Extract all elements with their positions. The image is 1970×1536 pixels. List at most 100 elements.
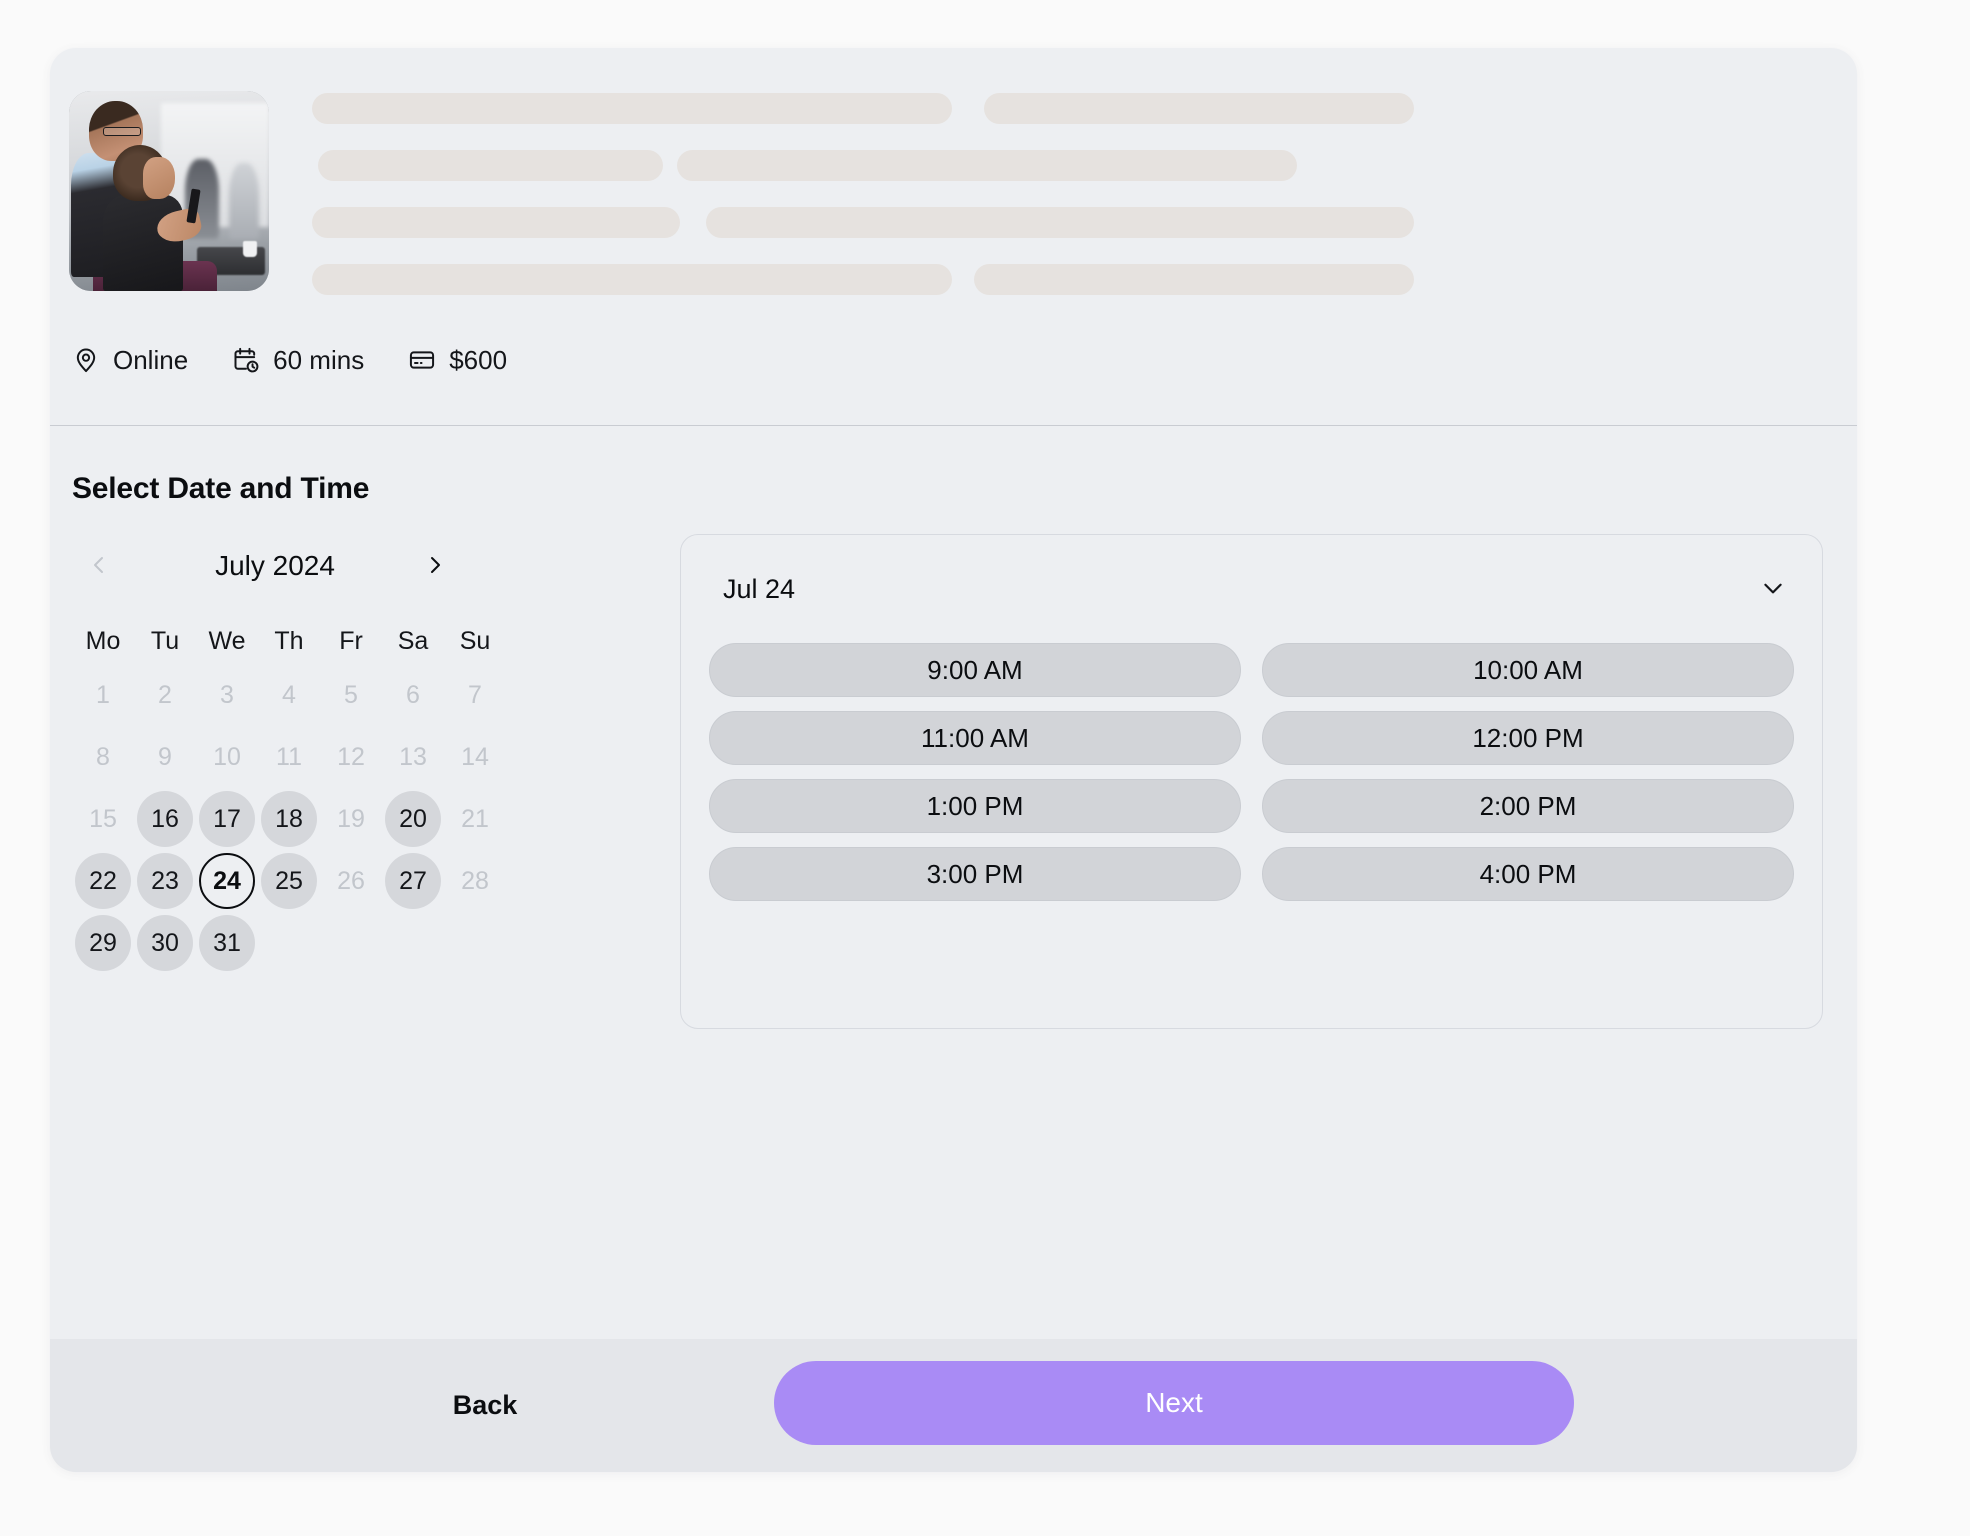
- next-button[interactable]: Next: [774, 1361, 1574, 1445]
- calendar-cell: 23: [134, 850, 196, 912]
- calendar-day-28: 28: [447, 853, 503, 909]
- time-slot-button[interactable]: 9:00 AM: [709, 643, 1241, 697]
- time-slot-button[interactable]: 12:00 PM: [1262, 711, 1794, 765]
- calendar-day-17[interactable]: 17: [199, 791, 255, 847]
- map-pin-icon: [72, 346, 100, 374]
- calendar-day-18[interactable]: 18: [261, 791, 317, 847]
- calendar-day-5: 5: [323, 667, 379, 723]
- calendar-day-30[interactable]: 30: [137, 915, 193, 971]
- time-slot-button[interactable]: 1:00 PM: [709, 779, 1241, 833]
- calendar-clock-icon: [232, 346, 260, 374]
- calendar-day-23[interactable]: 23: [137, 853, 193, 909]
- calendar-cell: 12: [320, 726, 382, 788]
- calendar-weekday-sa: Sa: [382, 618, 444, 664]
- calendar-cell: 21: [444, 788, 506, 850]
- date-dropdown[interactable]: Jul 24: [681, 535, 1822, 643]
- date-picker-calendar: July 2024 MoTuWeThFrSaSu1234567891011121…: [72, 536, 642, 974]
- calendar-day-8: 8: [75, 729, 131, 785]
- date-dropdown-label: Jul 24: [723, 574, 795, 605]
- meta-price-label: $600: [449, 347, 507, 373]
- back-button[interactable]: Back: [340, 1367, 630, 1443]
- chevron-down-icon: [1760, 575, 1786, 604]
- time-slot-panel: Jul 24 9:00 AM 10:00 AM 11:00 AM 12:00 PM 1:…: [680, 534, 1823, 1029]
- skeleton-row: [312, 93, 1792, 124]
- service-header: Online 60 mins: [50, 48, 1857, 425]
- calendar-day-19: 19: [323, 791, 379, 847]
- wizard-footer: Back Next: [50, 1339, 1857, 1472]
- calendar-day-21: 21: [447, 791, 503, 847]
- calendar-cell: 31: [196, 912, 258, 974]
- calendar-cell: 4: [258, 664, 320, 726]
- calendar-cell: 30: [134, 912, 196, 974]
- calendar-day-24[interactable]: 24: [199, 853, 255, 909]
- photo-client-body: [103, 195, 183, 291]
- calendar-weekday-tu: Tu: [134, 618, 196, 664]
- calendar-day-31[interactable]: 31: [199, 915, 255, 971]
- calendar-day-15: 15: [75, 791, 131, 847]
- calendar-day-22[interactable]: 22: [75, 853, 131, 909]
- date-time-section: Select Date and Time July 2024: [50, 426, 1857, 1338]
- calendar-day-29[interactable]: 29: [75, 915, 131, 971]
- skeleton-bar: [677, 150, 1297, 181]
- calendar-cell: 3: [196, 664, 258, 726]
- time-slot-button[interactable]: 4:00 PM: [1262, 847, 1794, 901]
- calendar-day-25[interactable]: 25: [261, 853, 317, 909]
- skeleton-bar: [318, 150, 663, 181]
- calendar-day-2: 2: [137, 667, 193, 723]
- calendar-cell: 7: [444, 664, 506, 726]
- calendar-day-3: 3: [199, 667, 255, 723]
- calendar-cell: 20: [382, 788, 444, 850]
- page-title: Select Date and Time: [72, 472, 369, 506]
- calendar-day-16[interactable]: 16: [137, 791, 193, 847]
- calendar-day-13: 13: [385, 729, 441, 785]
- calendar-day-26: 26: [323, 853, 379, 909]
- calendar-day-9: 9: [137, 729, 193, 785]
- calendar-cell: 14: [444, 726, 506, 788]
- calendar-cell: 24: [196, 850, 258, 912]
- calendar-cell: 1: [72, 664, 134, 726]
- meta-location-label: Online: [113, 347, 188, 373]
- photo-cup: [243, 241, 257, 257]
- calendar-day-27[interactable]: 27: [385, 853, 441, 909]
- calendar-day-11: 11: [261, 729, 317, 785]
- service-meta-row: Online 60 mins: [72, 338, 507, 382]
- time-slot-grid: 9:00 AM 10:00 AM 11:00 AM 12:00 PM 1:00 PM 2:…: [695, 643, 1810, 901]
- calendar-cell: 15: [72, 788, 134, 850]
- time-slot-button[interactable]: 2:00 PM: [1262, 779, 1794, 833]
- calendar-cell: 25: [258, 850, 320, 912]
- calendar-grid: MoTuWeThFrSaSu12345678910111213141516171…: [72, 618, 506, 974]
- photo-background-person-2: [229, 163, 259, 239]
- next-month-button[interactable]: [412, 543, 458, 589]
- time-slot-button[interactable]: 3:00 PM: [709, 847, 1241, 901]
- time-slot-button[interactable]: 11:00 AM: [709, 711, 1241, 765]
- calendar-cell: 18: [258, 788, 320, 850]
- calendar-cell: 13: [382, 726, 444, 788]
- calendar-weekday-fr: Fr: [320, 618, 382, 664]
- calendar-cell: 27: [382, 850, 444, 912]
- skeleton-bar: [974, 264, 1414, 295]
- chevron-right-icon: [423, 553, 447, 580]
- time-slot-button[interactable]: 10:00 AM: [1262, 643, 1794, 697]
- calendar-cell: 5: [320, 664, 382, 726]
- calendar-day-4: 4: [261, 667, 317, 723]
- skeleton-row: [312, 207, 1792, 238]
- calendar-day-6: 6: [385, 667, 441, 723]
- calendar-cell: 26: [320, 850, 382, 912]
- calendar-day-14: 14: [447, 729, 503, 785]
- calendar-day-10: 10: [199, 729, 255, 785]
- service-photo: [69, 91, 269, 291]
- calendar-cell: 29: [72, 912, 134, 974]
- skeleton-bar: [984, 93, 1414, 124]
- page-root: Online 60 mins: [0, 0, 1970, 1536]
- calendar-weekday-su: Su: [444, 618, 506, 664]
- meta-item-duration: 60 mins: [232, 346, 364, 374]
- calendar-day-12: 12: [323, 729, 379, 785]
- skeleton-bar: [312, 93, 952, 124]
- calendar-weekday-mo: Mo: [72, 618, 134, 664]
- calendar-cell: 10: [196, 726, 258, 788]
- skeleton-bar: [982, 207, 1414, 238]
- skeleton-row: [312, 264, 1792, 295]
- calendar-cell: 17: [196, 788, 258, 850]
- calendar-day-20[interactable]: 20: [385, 791, 441, 847]
- booking-card: Online 60 mins: [50, 48, 1857, 1472]
